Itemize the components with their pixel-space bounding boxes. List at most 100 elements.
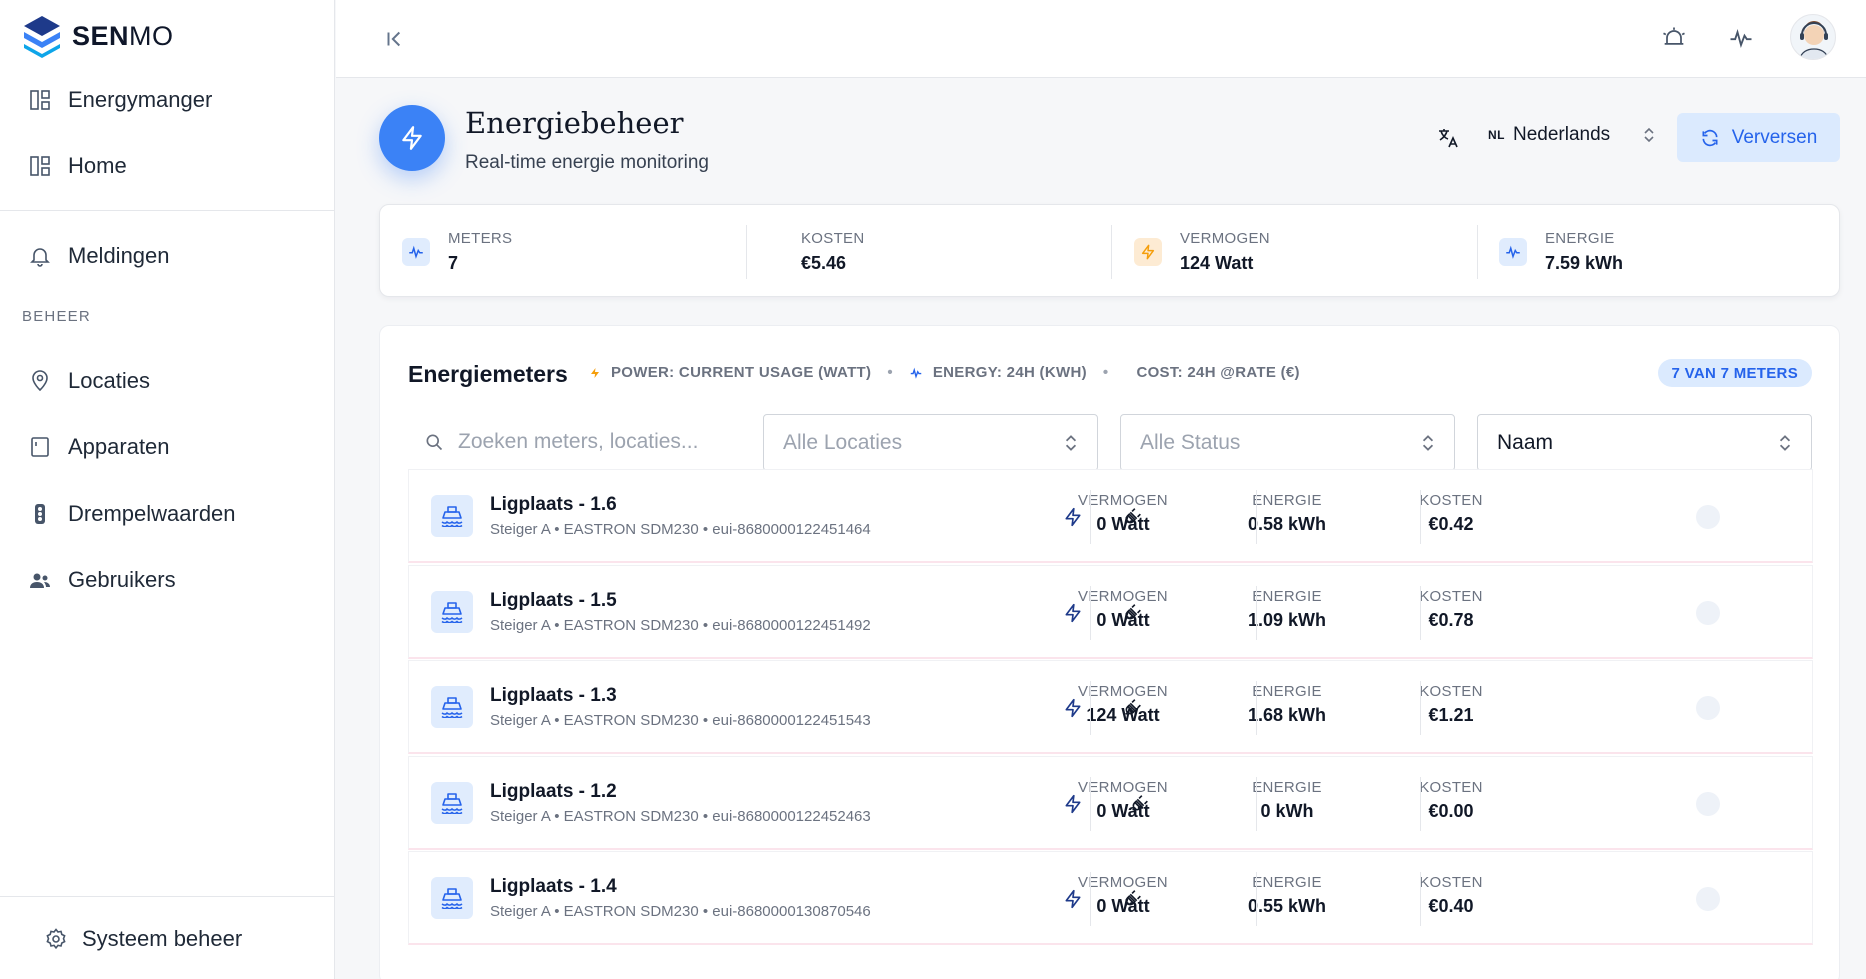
meter-row[interactable]: Ligplaats - 1.5 Steiger A • EASTRON SDM2… (408, 564, 1813, 659)
stat-divider (1111, 225, 1112, 279)
meter-row[interactable]: Ligplaats - 1.6 Steiger A • EASTRON SDM2… (408, 469, 1813, 563)
meter-cost-label: KOSTEN (1419, 587, 1483, 605)
legend-separator: • (887, 364, 893, 381)
bolt-icon (591, 367, 599, 378)
sidebar-item-energymanager[interactable]: Energymanger (28, 80, 212, 120)
meter-name: Ligplaats - 1.5 (490, 589, 617, 611)
meter-name: Ligplaats - 1.4 (490, 876, 617, 897)
meter-details: Steiger A • EASTRON SDM230 • eui-8680000… (490, 807, 871, 825)
activity-icon (1499, 237, 1527, 266)
sidebar-item-system-settings[interactable]: Systeem beheer (44, 926, 242, 952)
meter-row[interactable]: Ligplaats - 1.4 Steiger A • EASTRON SDM2… (408, 851, 1813, 945)
sidebar-item-notifications[interactable]: Meldingen (28, 236, 170, 276)
status-indicator (1696, 505, 1720, 529)
meter-cost: KOSTEN €0.00 (1301, 779, 1601, 822)
chevron-up-down-icon (1779, 434, 1791, 451)
chevron-up-down-icon (1065, 434, 1077, 451)
meter-cost-value: €0.40 (1428, 896, 1474, 916)
chevron-up-down-icon (1422, 434, 1434, 451)
location-filter-select[interactable]: Alle Locaties (763, 414, 1098, 471)
boat-icon (431, 590, 473, 633)
meter-divider (1256, 585, 1257, 640)
sidebar-item-devices[interactable]: Apparaten (28, 427, 170, 467)
sidebar-item-users[interactable]: Gebruikers (28, 560, 176, 600)
collapse-sidebar-icon[interactable] (382, 26, 408, 52)
meter-divider (1090, 872, 1091, 926)
sidebar-item-label: Systeem beheer (82, 926, 243, 951)
stat-value: 7 (448, 252, 459, 273)
translate-icon (1439, 129, 1458, 148)
meter-count-badge: 7 VAN 7 METERS (1657, 359, 1812, 387)
meter-details: Steiger A • EASTRON SDM230 • eui-8680000… (490, 712, 871, 729)
boat-icon (431, 781, 473, 824)
meter-row[interactable]: Ligplaats - 1.2 Steiger A • EASTRON SDM2… (408, 755, 1813, 850)
meter-divider (1420, 490, 1421, 544)
language-code: NL (1488, 128, 1505, 142)
language-select[interactable]: NL Nederlands (1488, 124, 1656, 146)
meter-name: Ligplaats - 1.2 (490, 780, 617, 802)
avatar[interactable] (1790, 14, 1836, 60)
meter-cost: KOSTEN €0.78 (1301, 588, 1601, 631)
stat-label: METERS (448, 229, 513, 247)
gear-icon (46, 928, 66, 950)
sidebar-item-label: Apparaten (68, 434, 170, 459)
search-input[interactable]: Zoeken meters, locaties... (424, 414, 744, 470)
meter-divider (1090, 585, 1091, 640)
stat-divider (746, 225, 747, 279)
sidebar-item-label: Locaties (68, 368, 150, 393)
support-agent-icon (1798, 21, 1830, 59)
stat-value: 124 Watt (1180, 252, 1254, 273)
refresh-button[interactable]: Verversen (1677, 113, 1840, 162)
meter-cost-value: €1.21 (1428, 705, 1474, 725)
meter-divider (1420, 872, 1421, 926)
stat-value: 7.59 kWh (1545, 252, 1624, 273)
activity-icon (402, 237, 430, 266)
status-filter-select[interactable]: Alle Status (1120, 414, 1455, 471)
sort-select[interactable]: Naam (1477, 414, 1812, 471)
energy-header-icon (379, 105, 445, 171)
search-icon (426, 434, 443, 451)
sidebar-item-locations[interactable]: Locaties (28, 361, 150, 401)
meter-divider (1256, 681, 1257, 735)
sidebar-item-label: Meldingen (68, 243, 170, 268)
bolt-icon (402, 126, 422, 150)
sidebar-divider (0, 210, 335, 211)
stat-energy: ENERGIE 7.59 kWh (1499, 205, 1623, 298)
alarm-icon[interactable] (1660, 24, 1688, 52)
sidebar-item-label: Energymanger (68, 87, 213, 112)
sidebar: SENMO Energymanger Home Meldingen BEHEER… (0, 0, 335, 979)
brand-logo[interactable]: SENMO (22, 10, 174, 62)
top-bar (336, 0, 1866, 78)
legend: POWER: CURRENT USAGE (WATT) • ENERGY: 24… (589, 364, 1300, 381)
sidebar-item-home[interactable]: Home (28, 146, 127, 186)
meter-cost-label: KOSTEN (1419, 492, 1483, 509)
activity-icon[interactable] (1727, 24, 1755, 52)
legend-energy: ENERGY: 24H (KWH) (932, 364, 1087, 381)
sidebar-item-label: Gebruikers (68, 567, 176, 592)
logo-icon (24, 16, 60, 58)
status-indicator (1696, 696, 1720, 720)
stat-value: €5.46 (801, 252, 847, 273)
meter-divider (1256, 490, 1257, 544)
meter-details: Steiger A • EASTRON SDM230 • eui-8680000… (490, 903, 871, 920)
meter-divider (1256, 776, 1257, 831)
meter-cost: KOSTEN €1.21 (1301, 683, 1601, 726)
page-title: Energiebeheer (465, 106, 684, 140)
sidebar-item-thresholds[interactable]: Drempelwaarden (28, 494, 236, 534)
select-value: Naam (1497, 430, 1554, 454)
dashboard-icon (30, 90, 50, 110)
brand-name: SENMO (72, 20, 174, 51)
boat-icon (431, 877, 473, 919)
traffic-light-icon (35, 504, 45, 524)
sidebar-divider (0, 896, 335, 897)
meter-divider (1420, 585, 1421, 640)
refresh-icon (1702, 129, 1718, 146)
meter-cost-label: KOSTEN (1419, 778, 1483, 796)
language-label: Nederlands (1513, 124, 1611, 145)
chevron-up-down-icon (1644, 127, 1654, 143)
meter-row[interactable]: Ligplaats - 1.3 Steiger A • EASTRON SDM2… (408, 660, 1813, 754)
meter-cost-label: KOSTEN (1419, 874, 1483, 891)
meter-divider (1090, 776, 1091, 831)
boat-icon (431, 686, 473, 728)
status-indicator (1696, 600, 1720, 625)
